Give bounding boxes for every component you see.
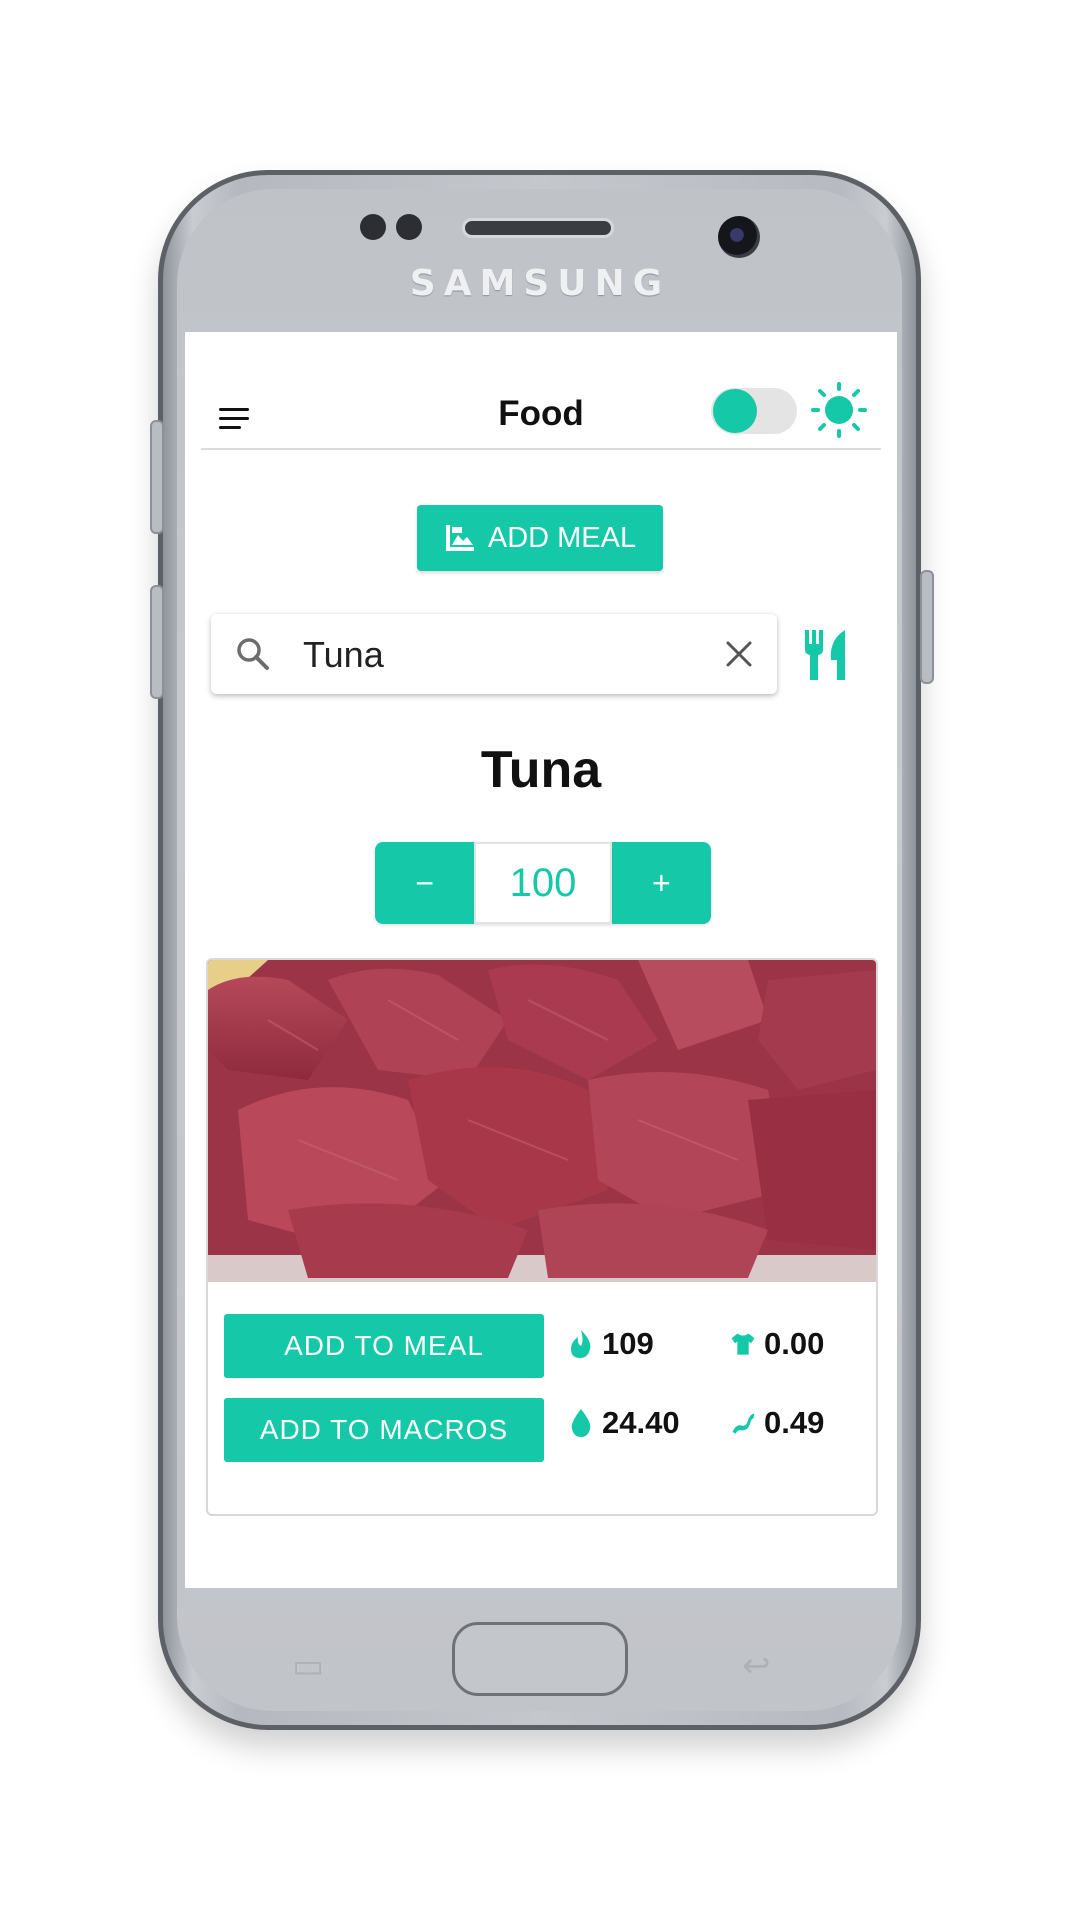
sun-icon xyxy=(811,382,867,438)
brand-logo: SAMSUNG xyxy=(409,263,671,304)
add-to-macros-button[interactable]: ADD TO MACROS xyxy=(224,1398,544,1462)
quantity-input[interactable]: 100 xyxy=(474,842,612,924)
volume-button xyxy=(150,420,164,534)
search-input[interactable] xyxy=(301,628,705,682)
close-icon[interactable] xyxy=(725,640,753,668)
search-icon xyxy=(237,638,269,670)
toggle-knob xyxy=(713,389,757,433)
food-title: Tuna xyxy=(480,741,602,799)
food-card: ADD TO MEAL ADD TO MACROS 109 0.00 24.40… xyxy=(206,958,878,1516)
recent-apps-key: ▭ xyxy=(292,1647,325,1685)
app-bar: Food xyxy=(201,382,881,450)
fat-strip-icon xyxy=(732,1413,755,1434)
back-key: ↩ xyxy=(742,1647,771,1685)
app-screen: Food ADD MEAL Tuna Tuna − 100 + ADD TO M… xyxy=(185,332,897,1588)
flame-icon xyxy=(571,1330,591,1358)
search-box xyxy=(211,614,777,694)
decrement-button[interactable]: − xyxy=(375,842,475,924)
shirt-icon xyxy=(731,1333,755,1355)
add-meal-button[interactable]: ADD MEAL xyxy=(417,505,663,571)
power-button xyxy=(920,570,934,684)
cutlery-icon[interactable] xyxy=(803,630,849,680)
macro-calories: 109 xyxy=(568,1326,654,1362)
front-camera xyxy=(718,216,760,258)
home-button[interactable] xyxy=(452,1622,628,1696)
proximity-sensor xyxy=(360,214,386,240)
theme-toggle[interactable] xyxy=(711,388,797,434)
calories-value: 109 xyxy=(602,1326,654,1361)
add-meal-label: ADD MEAL xyxy=(487,521,637,554)
quantity-stepper: − 100 + xyxy=(375,842,711,924)
macro-fat: 0.49 xyxy=(730,1405,824,1441)
light-sensor xyxy=(396,214,422,240)
macro-protein: 24.40 xyxy=(568,1405,680,1441)
protein-value: 24.40 xyxy=(602,1405,680,1440)
volume-button-2 xyxy=(150,585,164,699)
carbs-value: 0.00 xyxy=(764,1326,825,1361)
add-to-meal-button[interactable]: ADD TO MEAL xyxy=(224,1314,544,1378)
earpiece-speaker xyxy=(462,218,614,238)
image-icon xyxy=(445,525,474,551)
food-image xyxy=(208,960,876,1282)
fat-value: 0.49 xyxy=(764,1405,825,1440)
increment-button[interactable]: + xyxy=(611,842,711,924)
macro-carbs: 0.00 xyxy=(730,1326,824,1362)
drop-icon xyxy=(571,1409,591,1437)
